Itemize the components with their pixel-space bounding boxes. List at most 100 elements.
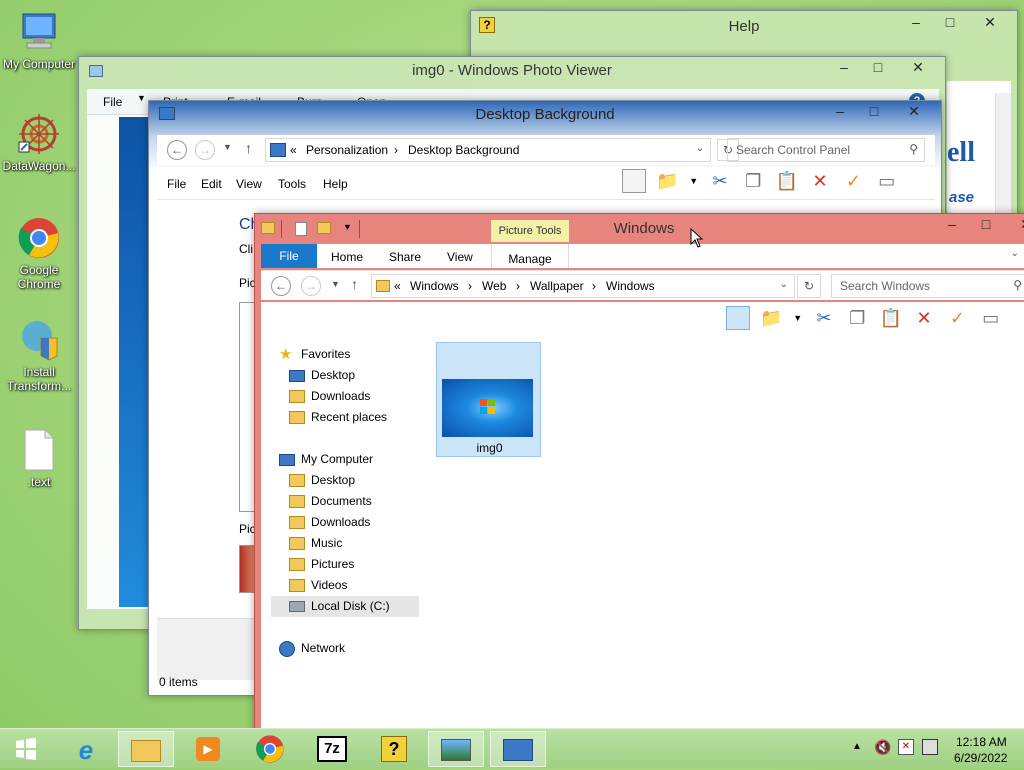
explorer-search[interactable]: Search Windows ⚲ — [831, 274, 1024, 298]
back-arrow-icon[interactable]: ← — [167, 140, 187, 160]
layout-pane-icon[interactable] — [726, 306, 750, 330]
copy-icon[interactable]: ❐ — [741, 169, 765, 193]
menu-help[interactable]: Help — [323, 177, 348, 191]
nav-computer-pictures[interactable]: Pictures — [271, 554, 419, 575]
up-arrow-icon[interactable]: ↑ — [351, 276, 358, 292]
desktop-background-address-bar[interactable]: « Personalization › Desktop Background ⌄ — [265, 138, 711, 162]
breadcrumb-item[interactable]: Windows — [410, 279, 459, 293]
breadcrumb-item[interactable]: Desktop Background — [408, 143, 519, 157]
layout-pane-icon[interactable] — [622, 169, 646, 193]
cut-icon[interactable]: ✂ — [708, 169, 732, 193]
nav-favorites[interactable]: ★ Favorites — [271, 344, 419, 365]
chevron-down-icon[interactable]: ▼ — [793, 306, 803, 330]
clock-date[interactable]: 6/29/2022 — [954, 751, 1007, 765]
help-minimize-button[interactable]: – — [899, 12, 933, 34]
refresh-icon[interactable]: ↻ — [797, 274, 821, 298]
explorer-close-button[interactable]: ✕ — [1003, 214, 1024, 236]
menu-tools[interactable]: Tools — [278, 177, 306, 191]
nav-network[interactable]: Network — [271, 638, 419, 659]
nav-favorites-desktop[interactable]: Desktop — [271, 365, 419, 386]
nav-computer-downloads[interactable]: Downloads — [271, 512, 419, 533]
photo-viewer-close-button[interactable]: ✕ — [895, 57, 941, 79]
action-center-icon[interactable]: ✕ — [898, 739, 914, 755]
breadcrumb-item[interactable]: Wallpaper — [530, 279, 584, 293]
folder-check-icon[interactable]: 📁 — [759, 306, 783, 330]
taskbar-media-player[interactable]: ▶ — [180, 731, 236, 767]
delete-icon[interactable]: ✕ — [808, 169, 832, 193]
nav-computer-music[interactable]: Music — [271, 533, 419, 554]
breadcrumb-item[interactable]: Web — [482, 279, 506, 293]
menu-view[interactable]: View — [236, 177, 262, 191]
recent-locations-icon[interactable]: ▼ — [223, 142, 232, 152]
file-item[interactable]: img0 — [436, 342, 541, 457]
paste-icon[interactable]: 📋 — [775, 169, 799, 193]
breadcrumb-item[interactable]: Personalization — [306, 143, 388, 157]
taskbar-chrome[interactable] — [242, 731, 298, 767]
taskbar-help[interactable]: ? — [366, 731, 422, 767]
desktop-icon-chrome[interactable]: Google Chrome — [0, 216, 78, 291]
desktop-icon-install[interactable]: Install Transform... — [0, 318, 78, 393]
desktop-icon-my-computer[interactable]: My Computer — [0, 10, 78, 71]
breadcrumb-item[interactable]: Windows — [606, 279, 655, 293]
checkmark-icon[interactable]: ✓ — [945, 306, 969, 330]
back-arrow-icon[interactable]: ← — [271, 276, 291, 296]
nav-favorites-downloads[interactable]: Downloads — [271, 386, 419, 407]
forward-arrow-icon[interactable]: → — [301, 276, 321, 296]
properties-icon[interactable]: ▭ — [875, 169, 899, 193]
recent-locations-icon[interactable]: ▼ — [331, 279, 340, 289]
taskbar-file-explorer[interactable] — [118, 731, 174, 767]
nav-computer-desktop[interactable]: Desktop — [271, 470, 419, 491]
taskbar-ie[interactable]: e — [58, 731, 114, 767]
copy-icon[interactable]: ❐ — [845, 306, 869, 330]
photo-viewer-minimize-button[interactable]: – — [827, 57, 861, 79]
chevron-down-icon[interactable]: ⌄ — [780, 279, 788, 290]
checkmark-icon[interactable]: ✓ — [841, 169, 865, 193]
clock-time[interactable]: 12:18 AM — [956, 735, 1007, 749]
delete-icon[interactable]: ✕ — [912, 306, 936, 330]
forward-arrow-icon[interactable]: → — [195, 140, 215, 160]
properties-icon[interactable]: ▭ — [979, 306, 1003, 330]
network-tray-icon[interactable] — [922, 739, 938, 755]
nav-my-computer[interactable]: My Computer — [271, 449, 419, 470]
ribbon-tab-manage[interactable]: Manage — [491, 244, 569, 268]
ribbon-tab-file[interactable]: File — [261, 244, 317, 268]
desktop-icon-datawagon[interactable]: DataWagon... — [0, 112, 78, 173]
nav-computer-documents[interactable]: Documents — [271, 491, 419, 512]
desktop-background-minimize-button[interactable]: – — [823, 101, 857, 123]
photo-viewer-menu-file[interactable]: File — [103, 95, 122, 109]
taskbar-photo-viewer[interactable] — [428, 731, 484, 767]
desktop-background-close-button[interactable]: ✕ — [891, 101, 937, 123]
chevron-down-icon[interactable]: ▼ — [689, 169, 699, 193]
help-close-button[interactable]: ✕ — [967, 12, 1013, 34]
start-button[interactable] — [0, 731, 52, 767]
chevron-down-icon[interactable]: ⌄ — [696, 143, 704, 154]
ribbon-tab-view[interactable]: View — [447, 250, 473, 264]
nav-computer-videos[interactable]: Videos — [271, 575, 419, 596]
folder-check-icon[interactable]: 📁 — [655, 169, 679, 193]
ribbon-tab-share[interactable]: Share — [389, 250, 421, 264]
desktop-background-search[interactable]: Search Control Panel ⚲ — [727, 138, 925, 162]
ribbon-expand-icon[interactable]: ⌄ — [1011, 248, 1019, 259]
cut-icon[interactable]: ✂ — [812, 306, 836, 330]
explorer-minimize-button[interactable]: – — [935, 214, 969, 236]
desktop-background-maximize-button[interactable]: □ — [857, 101, 891, 123]
desktop-icon-text[interactable]: .text — [0, 428, 78, 489]
volume-muted-icon[interactable]: 🔇 — [874, 739, 891, 756]
nav-computer-local-disk[interactable]: Local Disk (C:) — [271, 596, 419, 617]
ribbon-tab-home[interactable]: Home — [331, 250, 363, 264]
taskbar-7zip[interactable]: 7z — [304, 731, 360, 767]
nav-favorites-recent[interactable]: Recent places — [271, 407, 419, 428]
file-thumbnail — [442, 379, 533, 437]
photo-viewer-maximize-button[interactable]: □ — [861, 57, 895, 79]
show-hidden-icons-icon[interactable]: ▲ — [852, 741, 862, 752]
paste-icon[interactable]: 📋 — [879, 306, 903, 330]
menu-edit[interactable]: Edit — [201, 177, 222, 191]
search-icon: ⚲ — [1013, 278, 1022, 292]
explorer-maximize-button[interactable]: □ — [969, 214, 1003, 236]
explorer-window[interactable]: ▼ Picture Tools Windows – □ ✕ File Home … — [254, 213, 1024, 733]
explorer-address-bar[interactable]: « Windows › Web › Wallpaper › Windows ⌄ — [371, 274, 795, 298]
up-arrow-icon[interactable]: ↑ — [245, 140, 252, 156]
taskbar-control-panel[interactable] — [490, 731, 546, 767]
help-maximize-button[interactable]: □ — [933, 12, 967, 34]
menu-file[interactable]: File — [167, 177, 186, 191]
